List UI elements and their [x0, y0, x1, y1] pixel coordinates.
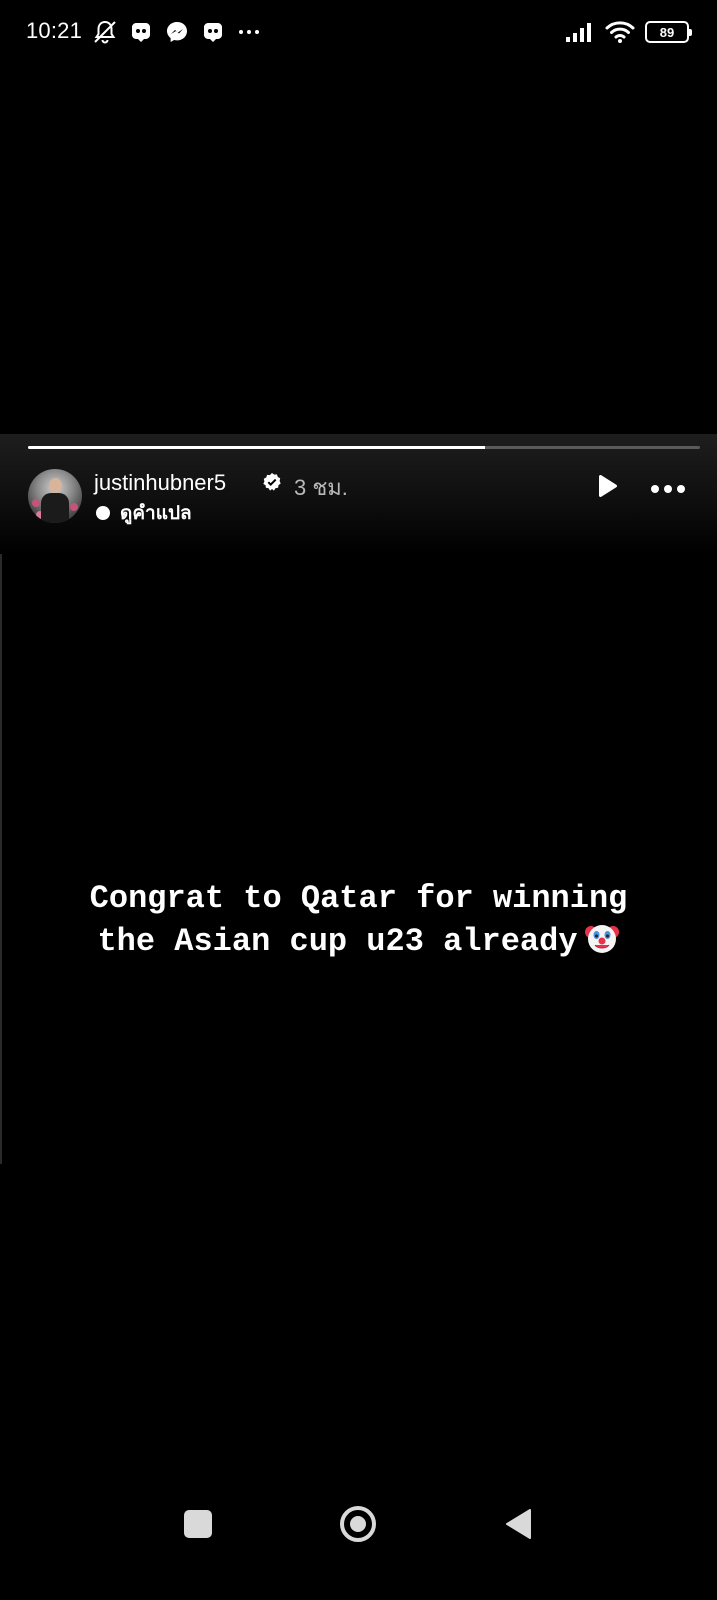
- app-notification-icon: [132, 23, 150, 42]
- story-timestamp: 3 ชม.: [294, 475, 348, 500]
- more-options-icon: [651, 485, 685, 493]
- more-dots-icon: [239, 30, 259, 34]
- app-notification-icon: [204, 23, 222, 42]
- back-button[interactable]: [504, 1508, 532, 1540]
- recents-button[interactable]: [184, 1510, 212, 1538]
- story-progress-bar: [28, 446, 700, 449]
- see-translation-label: ดูคำแปล: [120, 503, 192, 524]
- play-icon: [599, 474, 618, 498]
- screen: 10:21 89 justinhubner5 3 ชม. ดูคำแปล Con…: [0, 0, 717, 1600]
- system-icons: 89: [565, 20, 692, 44]
- avatar[interactable]: [28, 469, 82, 523]
- verified-badge-icon: [263, 473, 281, 491]
- more-options-button[interactable]: [648, 474, 688, 504]
- home-button[interactable]: [340, 1506, 376, 1542]
- battery-icon: 89: [645, 21, 692, 43]
- messenger-icon: [167, 22, 187, 42]
- see-translation-link[interactable]: ดูคำแปล: [96, 498, 192, 528]
- story-text-line-1: Congrat to Qatar for winning: [89, 880, 628, 917]
- clown-face-icon: [584, 925, 619, 953]
- story-edge: [0, 554, 2, 1164]
- navigation-bar: [0, 1506, 717, 1600]
- story-progress-fill: [28, 446, 485, 449]
- story-text: Congrat to Qatar for winning the Asian c…: [0, 878, 717, 963]
- wifi-icon: [605, 21, 635, 43]
- story-text-line-2: the Asian cup u23 already: [0, 920, 717, 963]
- status-bar: 10:21 89: [0, 0, 717, 66]
- battery-level: 89: [659, 24, 675, 40]
- signal-icon: [566, 23, 591, 42]
- status-time: 10:21: [26, 18, 83, 43]
- story-viewer[interactable]: justinhubner5 3 ชม. ดูคำแปล Congrat to Q…: [0, 434, 717, 1164]
- translation-dot-icon: [96, 506, 110, 520]
- username[interactable]: justinhubner5: [94, 470, 226, 496]
- notification-icons: [92, 19, 262, 45]
- play-button[interactable]: [592, 472, 622, 502]
- bell-muted-icon: [94, 20, 116, 44]
- home-icon: [350, 1516, 366, 1532]
- story-text-line-2-content: the Asian cup u23 already: [97, 923, 578, 960]
